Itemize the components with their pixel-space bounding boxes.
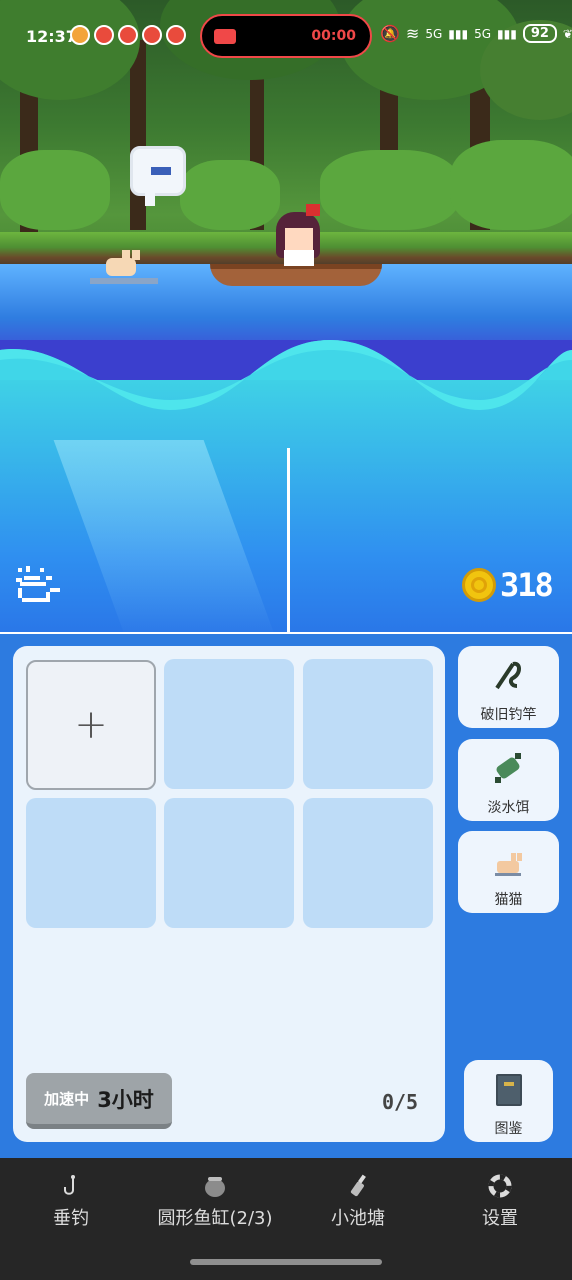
signal-icon: ▮▮▮	[448, 26, 469, 41]
rod-label: 破旧钓竿	[480, 707, 537, 723]
add-slot-button[interactable]: +	[26, 660, 156, 790]
heart-app-icon	[70, 25, 90, 45]
fishbowl-icon	[205, 1177, 225, 1197]
bait-card[interactable]: 淡水饵	[458, 739, 559, 821]
bush	[320, 150, 460, 230]
notification-icons	[70, 25, 186, 45]
speed-up-button[interactable]: 加速中 3小时	[26, 1073, 172, 1129]
speech-bubble-tail	[145, 192, 155, 206]
capacity-counter: 0/5	[381, 1090, 419, 1114]
nav-fishbowl[interactable]: 圆形鱼缸(2/3)	[140, 1174, 290, 1230]
pet-label: 猫猫	[494, 892, 523, 908]
speech-bubble[interactable]	[130, 146, 186, 196]
bush	[0, 150, 110, 230]
cat-raft	[90, 278, 158, 284]
nav-fishbowl-label: 圆形鱼缸(2/3)	[157, 1208, 273, 1229]
nav-pond[interactable]: 小池塘	[320, 1174, 396, 1230]
system-icons: 🔕 ≋ 5G ▮▮▮ 5G ▮▮▮ 92 ❦	[380, 24, 572, 43]
wifi-icon: ≋	[405, 24, 420, 43]
weibo-icon	[166, 25, 186, 45]
coin-count: 318	[500, 566, 554, 604]
recording-time: 00:00	[311, 28, 356, 44]
cat-sprite[interactable]	[98, 248, 142, 278]
inventory-slot[interactable]	[164, 798, 294, 928]
angler-body	[284, 250, 314, 266]
leaf-icon: ❦	[562, 26, 572, 41]
angler-face	[285, 228, 313, 252]
fishing-line	[287, 448, 290, 632]
plus-icon: +	[74, 702, 108, 748]
screen-recording-pill[interactable]: 00:00	[200, 14, 372, 58]
cat-icon	[495, 853, 522, 876]
weibo-icon	[118, 25, 138, 45]
wave-crest	[0, 340, 572, 410]
cat-ear	[132, 250, 140, 260]
cat-ear	[122, 250, 130, 260]
weibo-icon	[142, 25, 162, 45]
rod-card[interactable]: 破旧钓竿	[458, 646, 559, 728]
speed-status: 加速中	[44, 1090, 90, 1108]
bottle-icon	[350, 1174, 366, 1197]
guide-card[interactable]: 图鉴	[464, 1060, 553, 1142]
coin-icon	[462, 568, 496, 602]
bush	[450, 140, 572, 230]
camera-icon	[214, 29, 236, 44]
fishing-scene[interactable]: 318 12:37 00:00 🔕 ≋ 5G ▮▮▮ 5G ▮▮▮ 92 ❦	[0, 0, 572, 632]
status-bar: 12:37 00:00 🔕 ≋ 5G ▮▮▮ 5G ▮▮▮ 92 ❦	[0, 0, 572, 70]
pet-card[interactable]: 猫猫	[458, 831, 559, 913]
fishing-rod-icon	[495, 661, 521, 690]
nav-settings-label: 设置	[482, 1208, 518, 1229]
nav-pond-label: 小池塘	[331, 1208, 385, 1229]
inventory-slot[interactable]	[164, 659, 294, 789]
nav-fishing-label: 垂钓	[53, 1208, 89, 1229]
mute-bell-icon: 🔕	[380, 24, 400, 43]
weibo-icon	[94, 25, 114, 45]
home-indicator[interactable]	[190, 1259, 382, 1265]
network-label: 5G	[474, 26, 492, 41]
nav-fishing[interactable]: 垂钓	[40, 1174, 102, 1230]
signal-icon: ▮▮▮	[497, 26, 517, 41]
bush	[180, 160, 280, 230]
guide-label: 图鉴	[494, 1121, 523, 1137]
sun-cloud-icon	[16, 566, 60, 602]
fishhook-icon	[64, 1175, 75, 1195]
speed-duration: 3小时	[97, 1087, 154, 1112]
angler-bow	[306, 204, 320, 216]
nav-settings[interactable]: 设置	[470, 1174, 530, 1230]
book-icon	[496, 1074, 522, 1106]
inventory-slot[interactable]	[303, 659, 433, 789]
network-label: 5G	[425, 26, 443, 41]
inventory-slot[interactable]	[303, 798, 433, 928]
inventory-slot[interactable]	[26, 798, 156, 928]
boat	[210, 264, 382, 286]
fish-icon	[151, 167, 171, 175]
bait-label: 淡水饵	[487, 800, 530, 816]
cat-body	[106, 258, 136, 276]
lifebuoy-icon	[488, 1174, 512, 1198]
battery-level: 92	[522, 24, 557, 43]
bait-icon	[495, 753, 521, 783]
